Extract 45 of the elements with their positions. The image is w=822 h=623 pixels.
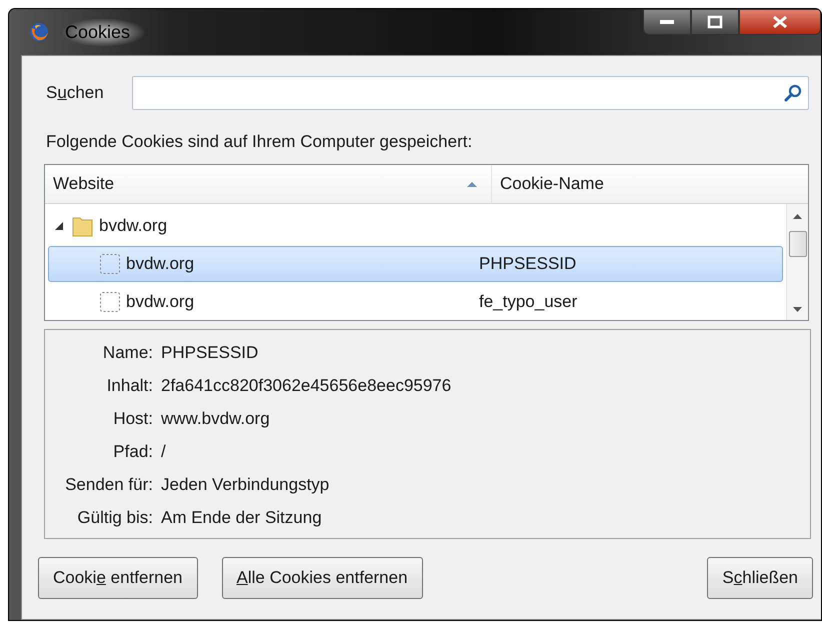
detail-label: Host: bbox=[112, 408, 154, 428]
detail-label: Senden für: bbox=[64, 474, 154, 494]
blank-file-icon bbox=[99, 291, 121, 313]
detail-value: www.bvdw.org bbox=[161, 408, 270, 428]
search-field[interactable] bbox=[132, 76, 809, 110]
scroll-up-icon[interactable] bbox=[793, 214, 802, 219]
maximize-icon bbox=[707, 15, 723, 29]
detail-value: PHPSESSID bbox=[161, 342, 258, 362]
scrollbar[interactable] bbox=[786, 204, 808, 320]
detail-value: / bbox=[161, 442, 166, 462]
cookie-name-text: fe_typo_user bbox=[479, 292, 578, 311]
remove-button[interactable]: Cookie entfernen bbox=[38, 557, 198, 599]
scroll-down-icon[interactable] bbox=[793, 307, 802, 312]
detail-label: Name: bbox=[102, 342, 154, 362]
website-text: bvdw.org bbox=[99, 216, 168, 236]
close-dialog-button[interactable]: Schließen bbox=[707, 557, 813, 599]
detail-value: 2fa641cc820f3062e45656e8eec95976 bbox=[161, 376, 452, 396]
tree-row[interactable]: bvdw.org fe_typo_user bbox=[48, 284, 783, 320]
search-icon bbox=[784, 84, 802, 102]
blank-file-icon bbox=[99, 253, 121, 275]
search-label: Suchen bbox=[46, 83, 105, 103]
intro-text: Folgende Cookies sind auf Ihrem Computer gespeichert: bbox=[46, 132, 474, 152]
detail-label: Gültig bis: bbox=[76, 508, 154, 528]
fox-globe-icon bbox=[29, 22, 49, 42]
detail-label: Pfad: bbox=[112, 442, 154, 462]
window-title: Cookies bbox=[61, 18, 146, 46]
cookie-name-text: PHPSESSID bbox=[479, 254, 576, 273]
column-header[interactable]: Cookie-Name bbox=[492, 165, 808, 203]
close-button[interactable] bbox=[739, 9, 821, 35]
remove-button[interactable]: Alle Cookies entfernen bbox=[222, 557, 423, 599]
website-text: bvdw.org bbox=[126, 292, 194, 312]
minimize-icon bbox=[659, 19, 675, 25]
scroll-thumb[interactable] bbox=[788, 231, 806, 257]
tree-row[interactable]: bvdw.org PHPSESSID bbox=[48, 246, 783, 282]
tree-row[interactable]: bvdw.org bbox=[48, 208, 783, 244]
maximize-button[interactable] bbox=[691, 9, 739, 35]
detail-label: Inhalt: bbox=[106, 376, 154, 396]
column-header[interactable]: Website bbox=[45, 165, 492, 203]
detail-value: Am Ende der Sitzung bbox=[161, 508, 322, 528]
folder-icon bbox=[72, 215, 94, 237]
website-text: bvdw.org bbox=[126, 254, 194, 274]
minimize-button[interactable] bbox=[643, 9, 691, 35]
detail-value: Jeden Verbindungstyp bbox=[161, 474, 330, 494]
expanded-triangle-icon[interactable] bbox=[53, 220, 65, 232]
close-icon bbox=[771, 15, 789, 29]
